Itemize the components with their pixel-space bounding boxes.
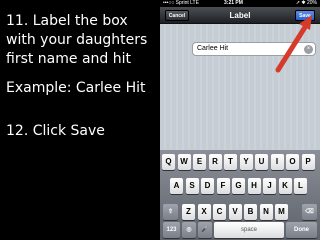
key-c[interactable]: C: [213, 204, 226, 220]
numbers-key[interactable]: 123: [163, 222, 180, 238]
key-d[interactable]: D: [201, 178, 214, 194]
key-r[interactable]: R: [208, 154, 222, 170]
save-button[interactable]: Save: [295, 10, 315, 21]
label-input-value: Carlee Hit: [197, 45, 229, 52]
key-u[interactable]: U: [255, 154, 268, 170]
done-key[interactable]: Done: [286, 222, 317, 238]
key-t[interactable]: T: [224, 154, 237, 170]
keyboard: QWERTYUIOP ASDFGHJKL ZXCVBNM ⇧ ⌫ 123 ◎ 🎤…: [160, 150, 320, 240]
key-h[interactable]: H: [247, 178, 261, 194]
clear-icon[interactable]: ×: [304, 45, 313, 54]
key-a[interactable]: A: [170, 178, 183, 194]
key-l[interactable]: L: [294, 178, 307, 194]
battery-indicator: ➚ ✱ 20%: [295, 0, 317, 6]
key-g[interactable]: G: [232, 178, 245, 194]
key-k[interactable]: K: [278, 178, 292, 194]
key-x[interactable]: X: [197, 204, 211, 220]
key-b[interactable]: B: [244, 204, 257, 220]
key-m[interactable]: M: [275, 204, 288, 220]
space-key[interactable]: space: [214, 222, 284, 238]
page-title: Label: [229, 11, 251, 20]
step-11-text: 11. Label the box with your daughters fi…: [6, 13, 148, 67]
key-s[interactable]: S: [185, 178, 199, 194]
key-o[interactable]: O: [286, 154, 299, 170]
example-text: Example: Carlee Hit: [6, 80, 146, 96]
key-f[interactable]: F: [216, 178, 230, 194]
phone-screen: •••○○ Sprint LTE 3:21 PM ➚ ✱ 20% Cancel …: [160, 0, 320, 240]
shift-key[interactable]: ⇧: [163, 204, 178, 220]
label-input[interactable]: Carlee Hit ×: [192, 42, 316, 56]
key-i[interactable]: I: [270, 154, 284, 170]
microphone-icon[interactable]: 🎤: [198, 222, 212, 238]
step-12-text: 12. Click Save: [6, 123, 105, 139]
key-z[interactable]: Z: [182, 204, 195, 220]
key-y[interactable]: Y: [239, 154, 253, 170]
key-n[interactable]: N: [259, 204, 273, 220]
key-w[interactable]: W: [177, 154, 191, 170]
globe-icon[interactable]: ◎: [182, 222, 196, 238]
content-area: Carlee Hit ×: [160, 24, 320, 150]
status-time: 3:21 PM: [224, 0, 243, 6]
status-bar: •••○○ Sprint LTE 3:21 PM ➚ ✱ 20%: [160, 0, 320, 7]
key-j[interactable]: J: [263, 178, 276, 194]
nav-bar: Cancel Label Save: [160, 7, 320, 24]
instruction-panel: 11. Label the box with your daughters fi…: [0, 0, 160, 240]
key-e[interactable]: E: [193, 154, 206, 170]
key-q[interactable]: Q: [162, 154, 175, 170]
delete-key[interactable]: ⌫: [302, 204, 317, 220]
carrier-signal: •••○○ Sprint LTE: [163, 0, 199, 6]
key-v[interactable]: V: [228, 204, 242, 220]
key-p[interactable]: P: [301, 154, 315, 170]
cancel-button[interactable]: Cancel: [165, 10, 189, 21]
